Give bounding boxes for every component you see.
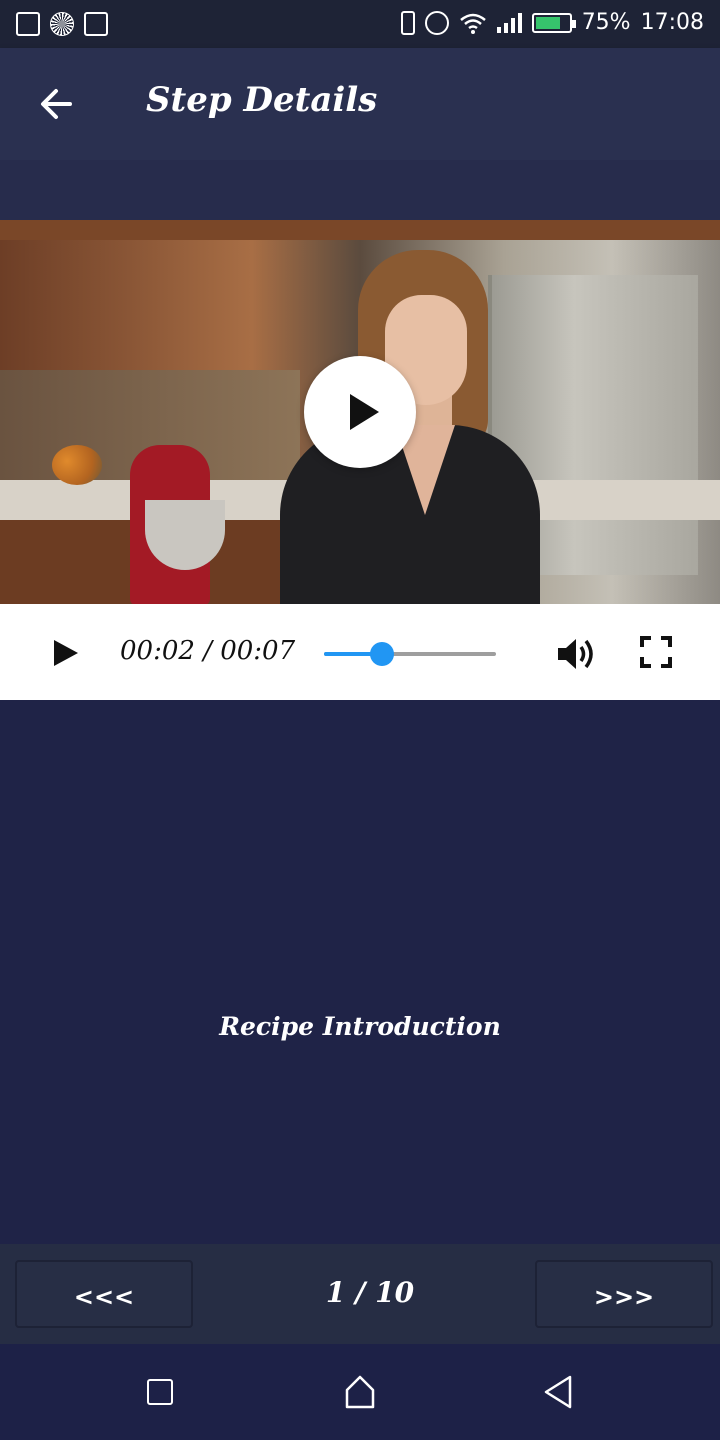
- vibrate-icon: [400, 10, 415, 35]
- clock: 17:08: [640, 10, 704, 35]
- fullscreen-icon[interactable]: [640, 636, 672, 668]
- system-navigation-bar: [0, 1344, 720, 1440]
- video-scene-fruit-bowl: [52, 445, 102, 485]
- seek-bar[interactable]: [324, 642, 496, 666]
- app-bar: Step Details: [0, 48, 720, 160]
- seek-bar-thumb[interactable]: [370, 642, 395, 666]
- video-play-overlay-button[interactable]: [304, 356, 416, 468]
- app-icon: [50, 12, 74, 36]
- step-description-panel: Recipe Introduction: [0, 700, 720, 1244]
- status-bar: 75% 17:08: [0, 0, 720, 48]
- next-step-button[interactable]: >>>: [535, 1260, 713, 1328]
- top-spacer: [0, 160, 720, 220]
- video-controls: 00:02 / 00:07: [0, 604, 720, 700]
- home-icon[interactable]: [344, 1374, 376, 1410]
- play-icon: [350, 394, 379, 430]
- play-button[interactable]: [54, 640, 78, 666]
- step-navigation: <<< 1 / 10 >>>: [0, 1244, 720, 1344]
- signal-icon: [496, 12, 522, 33]
- step-description: Recipe Introduction: [219, 1012, 501, 1041]
- gallery-icon: [16, 12, 40, 36]
- alarm-icon: [424, 10, 449, 35]
- activity-icon: [84, 12, 108, 36]
- volume-icon[interactable]: [554, 634, 598, 674]
- back-icon[interactable]: [542, 1374, 574, 1410]
- battery-percent: 75%: [581, 10, 631, 35]
- video-scene-cabinet: [0, 220, 720, 240]
- recents-icon[interactable]: [147, 1379, 173, 1405]
- battery-charging-icon: [531, 12, 576, 33]
- time-display: 00:02 / 00:07: [120, 636, 296, 666]
- page-title: Step Details: [146, 80, 378, 120]
- status-left-icons: [16, 12, 108, 36]
- arrow-left-icon[interactable]: [36, 84, 76, 124]
- wifi-icon: [459, 13, 486, 34]
- status-right: 75% 17:08: [400, 10, 704, 35]
